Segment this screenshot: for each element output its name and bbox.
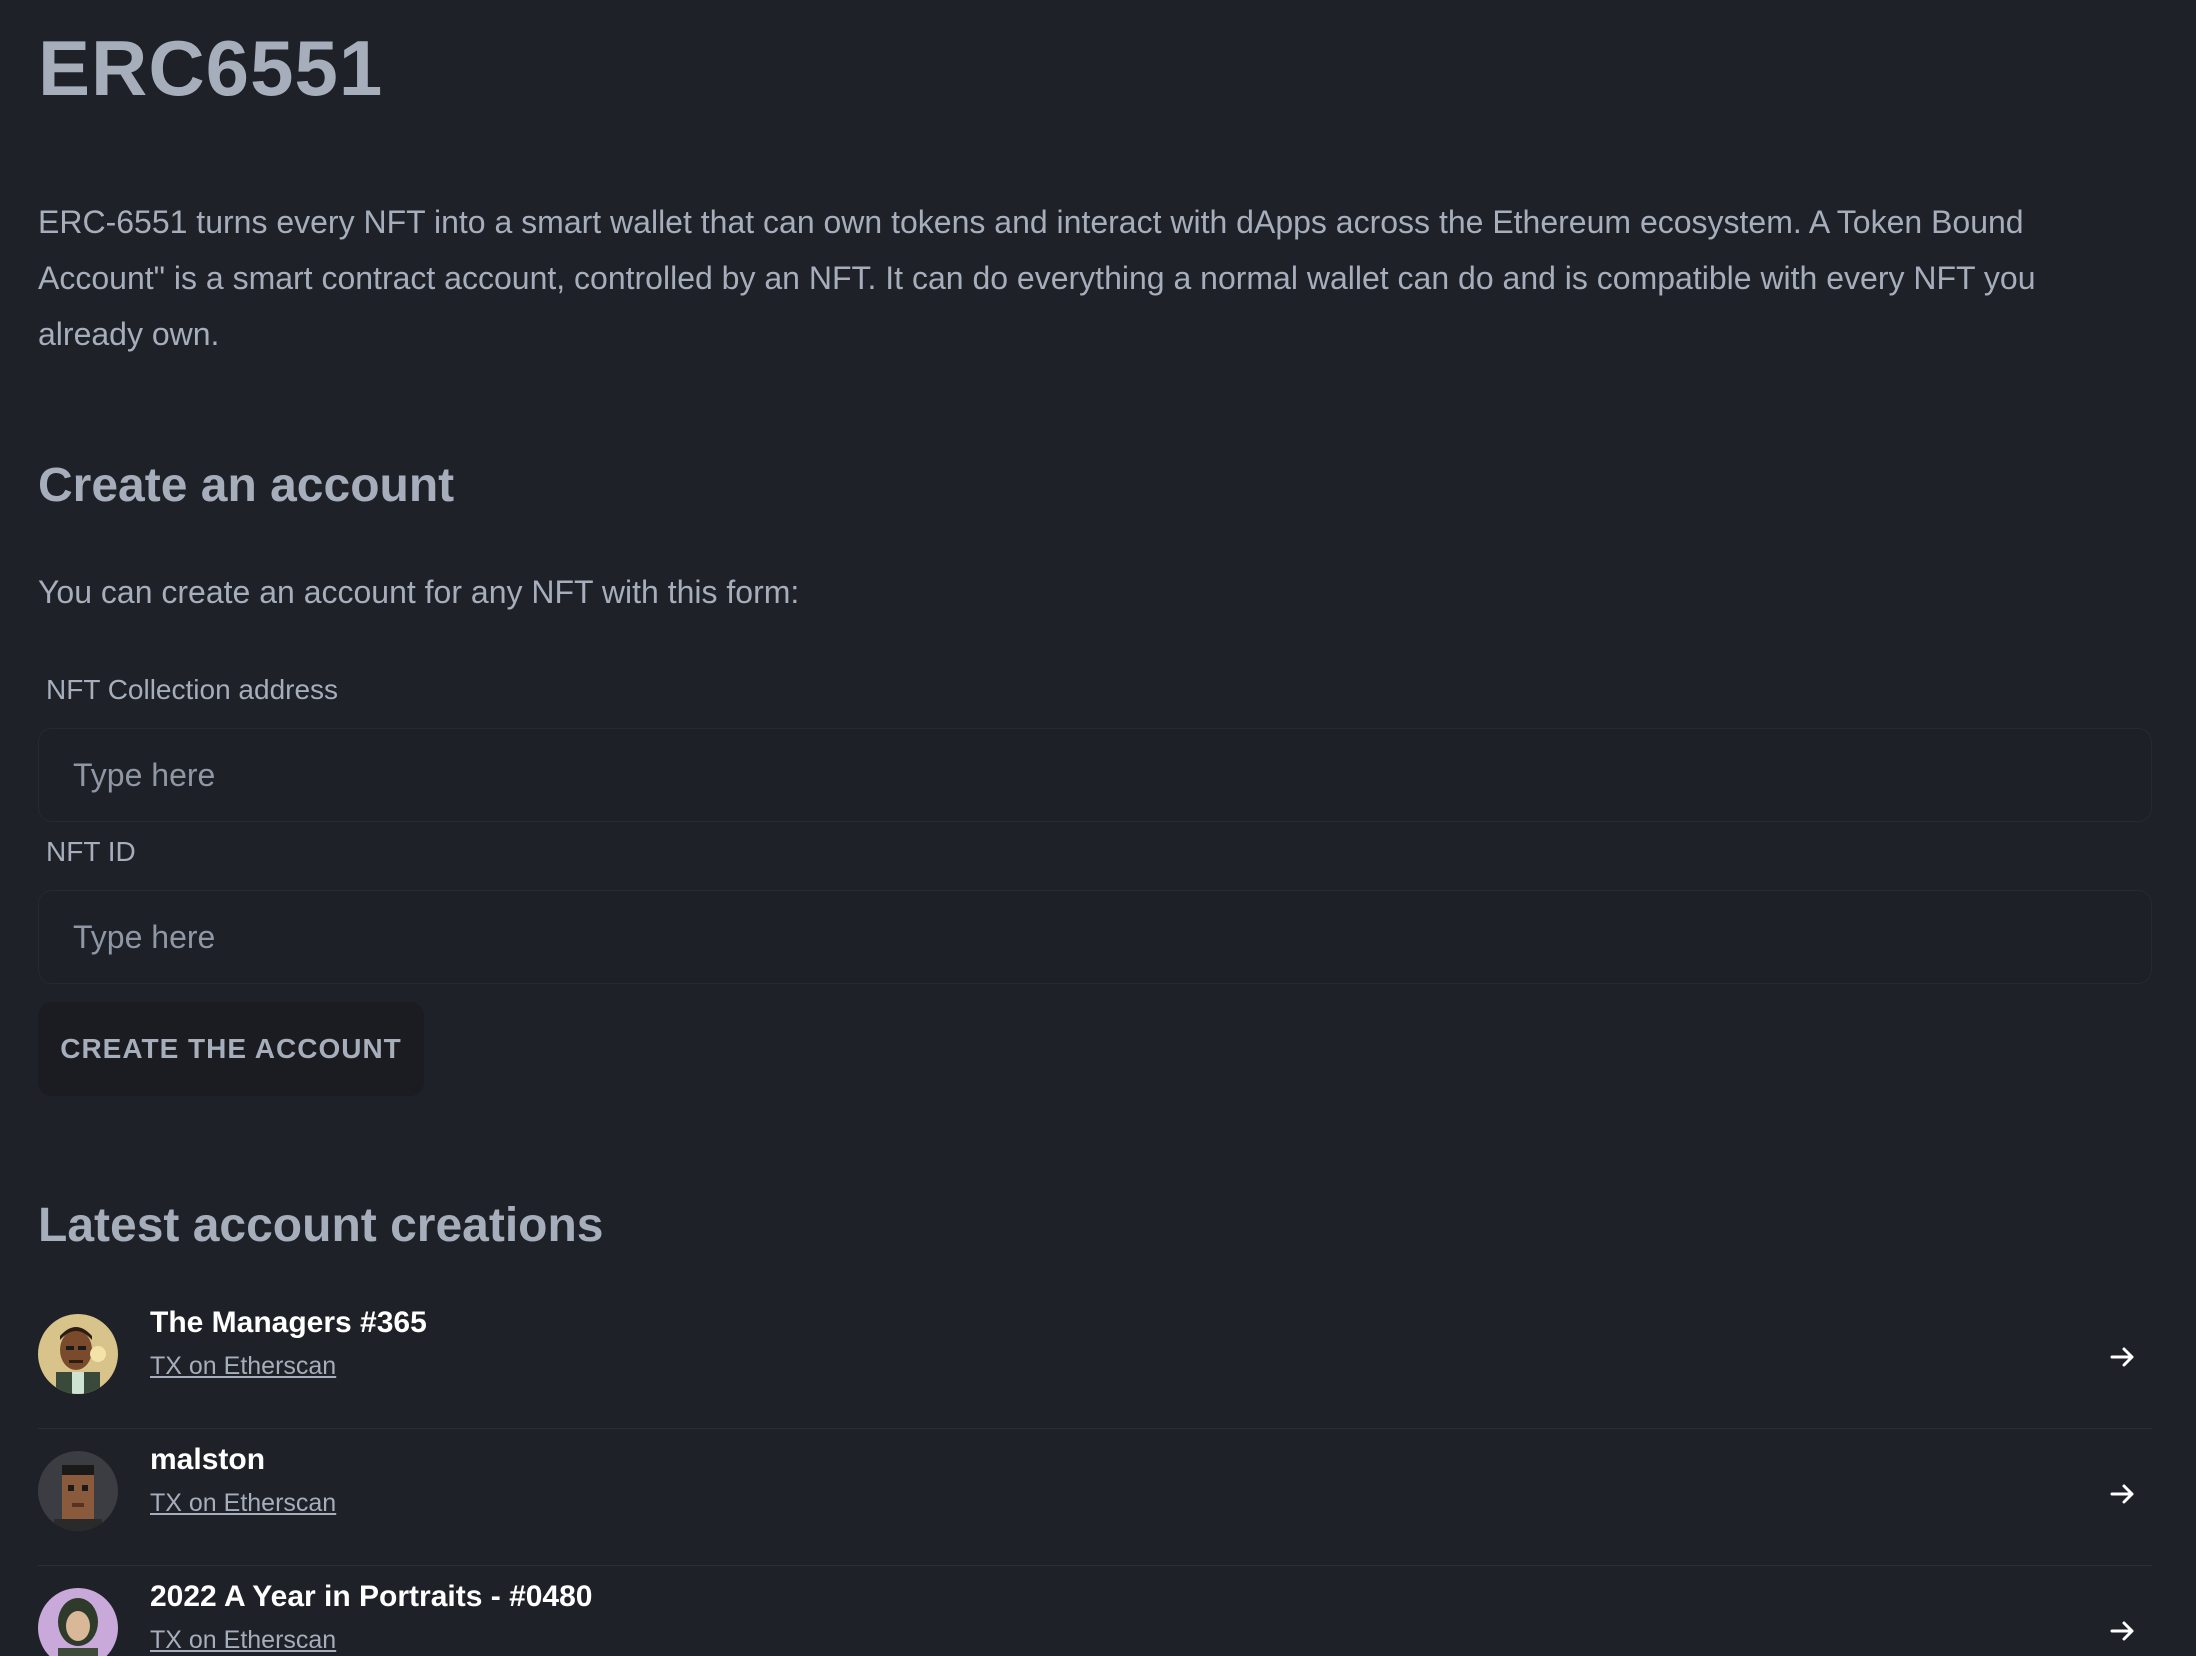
arrow-right-icon[interactable] (2108, 1479, 2138, 1509)
list-item[interactable]: 2022 A Year in Portraits - #0480 TX on E… (38, 1566, 2152, 1656)
create-account-button[interactable]: CREATE THE ACCOUNT (38, 1002, 424, 1096)
item-title: 2022 A Year in Portraits - #0480 (150, 1580, 593, 1613)
item-title: The Managers #365 (150, 1306, 427, 1339)
create-account-subtitle: You can create an account for any NFT wi… (38, 574, 800, 610)
collection-address-label: NFT Collection address (46, 674, 339, 705)
collection-address-placeholder: Type here (73, 756, 216, 793)
latest-creations-list: The Managers #365 TX on Etherscan malsto (38, 1292, 2152, 1656)
list-item[interactable]: malston TX on Etherscan (38, 1429, 2152, 1566)
page-title: ERC6551 (38, 24, 384, 112)
nft-id-placeholder: Type here (73, 918, 216, 955)
arrow-right-icon[interactable] (2108, 1342, 2138, 1372)
create-account-heading: Create an account (38, 459, 455, 512)
latest-creations-heading: Latest account creations (38, 1199, 604, 1252)
collection-address-input[interactable]: Type here (38, 728, 2152, 822)
nft-id-label: NFT ID (46, 836, 136, 867)
etherscan-link[interactable]: TX on Etherscan (150, 1624, 336, 1656)
etherscan-link[interactable]: TX on Etherscan (150, 1350, 336, 1382)
item-title: malston (150, 1443, 266, 1476)
arrow-right-icon[interactable] (2108, 1616, 2138, 1646)
page: ERC6551 ERC-6551 turns every NFT into a … (0, 0, 2196, 1656)
etherscan-link[interactable]: TX on Etherscan (150, 1487, 336, 1519)
list-item[interactable]: The Managers #365 TX on Etherscan (38, 1292, 2152, 1429)
intro-text: ERC-6551 turns every NFT into a smart wa… (38, 204, 2036, 352)
avatar (38, 1588, 118, 1656)
avatar (38, 1451, 118, 1531)
avatar (38, 1314, 118, 1394)
nft-id-input[interactable]: Type here (38, 890, 2152, 984)
